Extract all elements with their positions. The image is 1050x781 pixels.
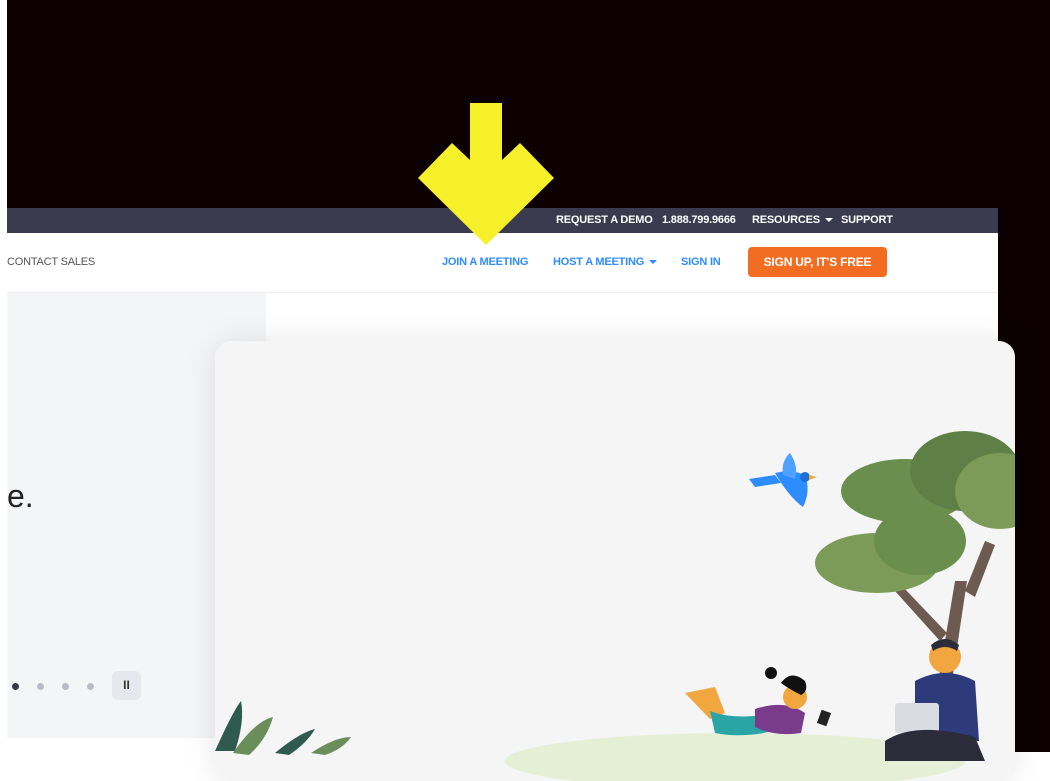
caret-down-icon [649,260,658,265]
park-illustration [215,431,1015,781]
carousel-dot-1[interactable] [12,683,19,690]
pause-button[interactable]: II [112,671,141,700]
sign-in-link[interactable]: SIGN IN [681,233,721,292]
man-with-laptop [885,639,985,761]
annotation-arrow-icon [418,103,554,245]
host-meeting-label: HOST A MEETING [553,256,645,268]
tree [815,431,1015,701]
pause-icon: II [123,678,130,692]
woman-with-phone [685,667,832,736]
carousel-dot-2[interactable] [37,683,44,690]
sign-up-button[interactable]: SIGN UP, IT'S FREE [748,247,887,277]
phone-number[interactable]: 1.888.799.9666 [662,208,736,233]
plants-left [215,701,351,755]
carousel-dot-3[interactable] [62,683,69,690]
resources-label: RESOURCES [752,214,820,226]
caret-down-icon [824,218,833,223]
resources-menu[interactable]: RESOURCES [752,208,833,233]
support-link[interactable]: SUPPORT [841,208,893,233]
carousel-dot-4[interactable] [87,683,94,690]
hero-illustration-card [215,341,1015,781]
blue-bird [749,453,817,507]
request-demo-link[interactable]: REQUEST A DEMO [556,208,653,233]
contact-sales-link[interactable]: CONTACT SALES [7,233,95,292]
host-meeting-menu[interactable]: HOST A MEETING [553,233,658,292]
hero-headline: e. [7,478,34,514]
left-edge-strip [0,0,7,752]
